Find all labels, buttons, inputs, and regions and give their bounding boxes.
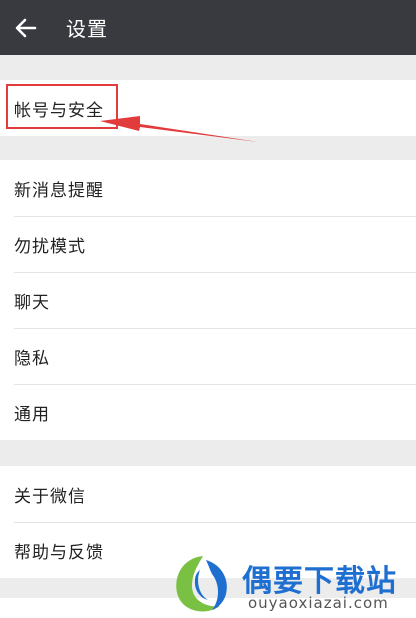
site-logo-icon xyxy=(176,556,227,612)
settings-screen: 设置 帐号与安全 新消息提醒 勿扰模式 聊天 隐私 通用 关于微信 帮助与反馈 xyxy=(0,0,416,618)
watermark-url: ouyaoxiazai.com xyxy=(248,594,389,612)
site-watermark: 偶要下载站 ouyaoxiazai.com xyxy=(170,552,416,618)
annotation-arrow xyxy=(100,116,258,142)
